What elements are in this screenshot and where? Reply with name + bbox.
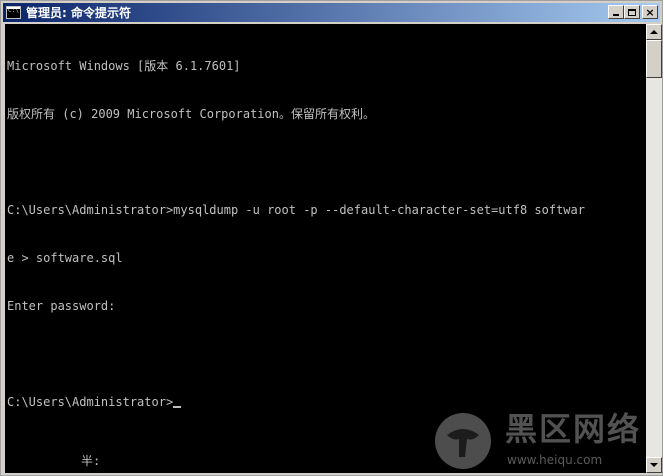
- maximize-icon: [628, 8, 636, 16]
- arrow-down-icon: [650, 463, 658, 467]
- ime-status: 半:: [81, 454, 101, 468]
- vertical-scrollbar[interactable]: [646, 24, 662, 473]
- console-line: Microsoft Windows [版本 6.1.7601]: [7, 59, 241, 73]
- console-prompt-line[interactable]: C:\Users\Administrator>: [7, 394, 585, 410]
- console-output[interactable]: Microsoft Windows [版本 6.1.7601] 版权所有 (c)…: [5, 24, 646, 473]
- close-button[interactable]: ×: [642, 5, 658, 19]
- close-icon: ×: [645, 5, 655, 19]
- console-line: 版权所有 (c) 2009 Microsoft Corporation。保留所有…: [7, 107, 375, 121]
- text-cursor: [173, 406, 182, 408]
- window-title: 管理员: 命令提示符: [26, 6, 131, 20]
- command-prompt-window: C:\ 管理员: 命令提示符 × Microsoft Windows [版本 6…: [0, 0, 663, 476]
- console-line: C:\Users\Administrator>mysqldump -u root…: [7, 203, 585, 217]
- console-text: Microsoft Windows [版本 6.1.7601] 版权所有 (c)…: [7, 26, 585, 442]
- scrollbar-thumb[interactable]: [646, 40, 662, 78]
- console-line: e > software.sql: [7, 251, 123, 265]
- scroll-down-button[interactable]: [646, 457, 662, 473]
- console-icon-bar: [7, 7, 20, 9]
- window-controls: ×: [608, 5, 658, 19]
- console-line: Enter password:: [7, 299, 116, 313]
- console-icon[interactable]: C:\: [6, 6, 21, 19]
- title-bar[interactable]: C:\ 管理员: 命令提示符 ×: [3, 3, 660, 22]
- arrow-up-icon: [650, 30, 658, 34]
- minimize-icon: [613, 14, 619, 16]
- maximize-button[interactable]: [624, 5, 640, 19]
- console-prompt: C:\Users\Administrator>: [7, 395, 174, 409]
- scroll-up-button[interactable]: [646, 24, 662, 40]
- minimize-button[interactable]: [608, 5, 624, 19]
